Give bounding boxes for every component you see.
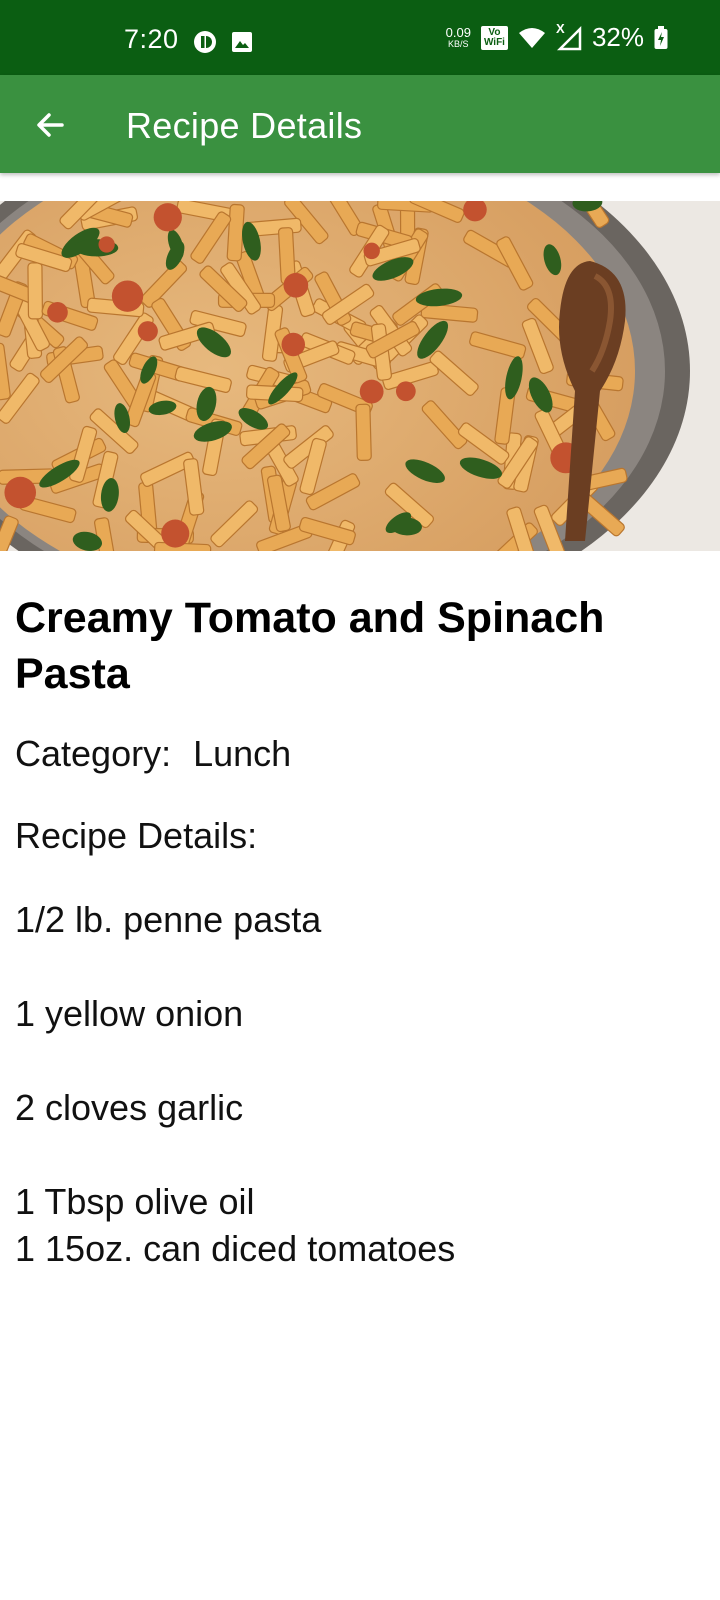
back-button[interactable] bbox=[22, 97, 78, 153]
tomato-piece bbox=[111, 280, 144, 312]
app-bar: Recipe Details bbox=[0, 75, 720, 173]
recipe-image bbox=[0, 201, 720, 551]
wifi-icon bbox=[518, 27, 545, 48]
category-value: Lunch bbox=[193, 733, 292, 774]
vowifi-bottom: WiFi bbox=[483, 36, 505, 48]
network-speed-value: 0.09 bbox=[445, 25, 471, 40]
tomato-piece bbox=[359, 379, 384, 404]
image-notification-icon bbox=[232, 32, 252, 52]
tomato-piece bbox=[98, 236, 115, 253]
vowifi-top: Vo bbox=[488, 26, 501, 38]
ingredient-spacer bbox=[15, 1131, 705, 1178]
recipe-title: Creamy Tomato and Spinach Pasta bbox=[15, 594, 605, 698]
recipe-content: Creamy Tomato and Spinach Pasta Category… bbox=[15, 590, 705, 1272]
battery-charging-icon bbox=[654, 25, 668, 49]
tomato-piece bbox=[137, 321, 158, 342]
arrow-left-icon bbox=[37, 113, 64, 137]
recipe-details-label: Recipe Details: bbox=[15, 815, 258, 856]
tomato-piece bbox=[47, 301, 68, 323]
ingredient-spacer bbox=[15, 943, 705, 990]
tomato-piece bbox=[363, 242, 380, 260]
status-time: 7:20 bbox=[124, 24, 179, 54]
pasta-illustration bbox=[0, 201, 720, 551]
page-title: Recipe Details bbox=[126, 105, 363, 146]
penne-piece bbox=[226, 203, 245, 262]
tomato-piece bbox=[4, 476, 37, 509]
cell-signal-icon: X bbox=[556, 21, 582, 51]
status-bar: 7:20 0.09 KB/S Vo WiFi X 32% bbox=[0, 0, 720, 75]
ingredient-item: 1 Tbsp olive oil bbox=[15, 1181, 255, 1222]
penne-piece bbox=[355, 403, 372, 461]
app-notification-icon bbox=[194, 31, 216, 53]
network-speed-unit: KB/S bbox=[448, 39, 469, 49]
ingredient-item: 2 cloves garlic bbox=[15, 1087, 244, 1128]
status-notification-icons bbox=[193, 30, 253, 54]
cell-signal-badge: X bbox=[555, 20, 565, 36]
penne-piece bbox=[27, 262, 44, 320]
tomato-piece bbox=[283, 272, 309, 298]
category-row: Category: Lunch bbox=[15, 732, 705, 776]
vowifi-icon: Vo WiFi bbox=[480, 25, 508, 50]
ingredient-list: 1/2 lb. penne pasta 1 yellow onion 2 clo… bbox=[15, 896, 705, 1272]
ingredient-item: 1 yellow onion bbox=[15, 993, 244, 1034]
tomato-piece bbox=[395, 381, 416, 402]
tomato-piece bbox=[153, 203, 182, 232]
network-speed: 0.09 KB/S bbox=[446, 26, 471, 49]
ingredient-spacer bbox=[15, 1037, 705, 1084]
category-label: Category: bbox=[15, 733, 172, 774]
ingredient-item: 1/2 lb. penne pasta bbox=[15, 899, 322, 940]
status-system-icons: 0.09 KB/S Vo WiFi X 32% bbox=[446, 21, 668, 53]
ingredient-item: 1 15oz. can diced tomatoes bbox=[15, 1228, 456, 1269]
tomato-piece bbox=[161, 519, 190, 548]
tomato-piece bbox=[281, 332, 306, 357]
battery-percent: 32% bbox=[591, 22, 644, 52]
